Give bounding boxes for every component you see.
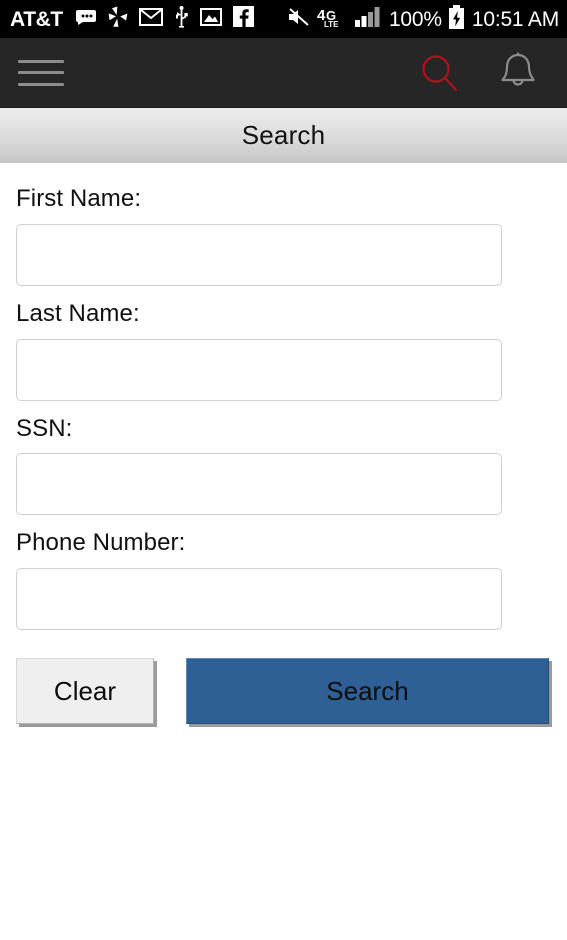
status-bar: AT&T 4 G LTE 100% 10:51 AM: [0, 0, 567, 38]
photo-icon: [199, 7, 222, 32]
status-bar-icon-group: [75, 5, 254, 33]
signal-bars-icon: [354, 6, 381, 33]
page-title: Search: [241, 120, 326, 150]
first-name-input[interactable]: [16, 223, 502, 286]
field-first-name: First Name:: [16, 185, 551, 286]
search-button[interactable]: Search: [186, 658, 549, 725]
hamburger-line: [18, 59, 64, 63]
field-last-name: Last Name:: [16, 300, 551, 401]
search-form: First Name: Last Name: SSN: Phone Number…: [0, 163, 567, 631]
battery-percent-label: 100%: [388, 7, 442, 31]
hamburger-menu-icon[interactable]: [18, 56, 64, 90]
ssn-label: SSN:: [16, 414, 73, 442]
message-bubble-icon: [75, 9, 97, 30]
bell-icon[interactable]: [491, 46, 545, 100]
phone-number-label: Phone Number:: [16, 529, 186, 557]
app-toolbar: [0, 38, 567, 108]
clock-label: 10:51 AM: [471, 7, 559, 31]
battery-charging-icon: [448, 4, 465, 34]
clear-button[interactable]: Clear: [16, 658, 154, 725]
search-magnifier-icon[interactable]: [413, 46, 467, 100]
usb-icon: [174, 5, 189, 33]
status-bar-right-group: 4 G LTE 100% 10:51 AM: [287, 4, 559, 34]
mute-speaker-icon: [287, 7, 311, 32]
last-name-input[interactable]: [16, 338, 502, 401]
field-ssn: SSN:: [16, 415, 551, 516]
form-action-buttons: Clear Search: [0, 644, 567, 725]
svg-text:LTE: LTE: [324, 20, 339, 28]
phone-number-input[interactable]: [16, 568, 502, 631]
hamburger-line: [18, 71, 64, 74]
lte-network-icon: 4 G LTE: [317, 6, 349, 33]
facebook-icon: [232, 6, 254, 32]
carrier-label: AT&T: [10, 7, 63, 31]
page-title-bar: Search: [0, 108, 567, 163]
field-phone-number: Phone Number:: [16, 529, 551, 631]
hamburger-line: [18, 82, 64, 86]
app-screen: AT&T 4 G LTE 100% 10:51 AM Search First …: [0, 0, 567, 940]
last-name-label: Last Name:: [16, 299, 140, 327]
envelope-icon: [138, 7, 163, 31]
ssn-input[interactable]: [16, 453, 502, 516]
yelp-burst-icon: [108, 6, 128, 33]
first-name-label: First Name:: [16, 185, 142, 212]
